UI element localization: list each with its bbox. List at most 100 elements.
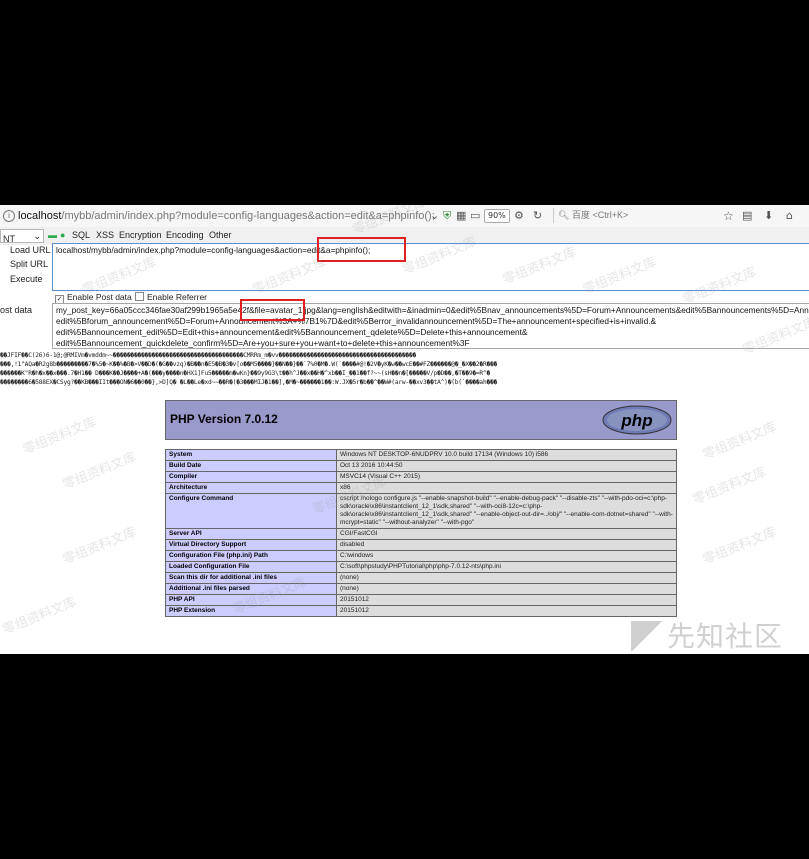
chevron-down-icon[interactable]: ⌄ xyxy=(430,209,439,222)
phpinfo-key: Additional .ini files parsed xyxy=(165,583,337,595)
phpinfo-key: Build Date xyxy=(165,460,337,472)
phpinfo-value: Windows NT DESKTOP-6NUDPRV 10.0 build 17… xyxy=(336,449,677,461)
php-logo-text: php xyxy=(620,411,652,430)
bookmark-star-icon[interactable]: ☆ xyxy=(723,209,734,223)
url-path: /mybb/admin/index.php?module=config-lang… xyxy=(61,210,435,222)
brand-text: 先知社区 xyxy=(667,620,784,653)
post-line: edit%5Bforum_announcement%5D=Forum+Annou… xyxy=(56,316,657,326)
phpinfo-value: Oct 13 2016 10:44:50 xyxy=(336,460,677,472)
phpinfo-value: MSVC14 (Visual C++ 2015) xyxy=(336,471,677,483)
search-input[interactable]: 🔍︎ 百度 <Ctrl+K> xyxy=(553,208,718,223)
phpinfo-key: Architecture xyxy=(165,482,337,494)
search-placeholder: 百度 <Ctrl+K> xyxy=(571,210,629,220)
phpinfo-row: Architecture x86 xyxy=(165,482,677,494)
php-logo: php xyxy=(602,405,672,435)
menu-other[interactable]: Other xyxy=(209,230,232,240)
phpinfo-header: PHP Version 7.0.12 php xyxy=(165,400,677,440)
phpinfo-value: disabled xyxy=(336,539,677,551)
qr-icon[interactable]: ▦ xyxy=(456,209,466,222)
phpinfo-value: C:\windows xyxy=(336,550,677,562)
watermark: 零组资料文库 xyxy=(20,414,99,458)
phpinfo-row: Additional .ini files parsed (none) xyxy=(165,583,677,595)
brand-watermark: 先知社区 xyxy=(631,615,783,654)
zoom-level[interactable]: 90% xyxy=(484,209,510,223)
post-line: edit%5Bannouncement_edit%5D=Edit+this+an… xyxy=(56,327,528,337)
phpinfo-row: Configuration File (php.ini) Path C:\wind… xyxy=(165,550,677,562)
shield-icon[interactable]: ⛨ xyxy=(443,209,451,223)
execute-button[interactable]: Execute xyxy=(10,274,43,284)
url-host: localhost xyxy=(18,210,62,222)
phpinfo-row: Scan this dir for additional .ini files(… xyxy=(165,572,677,584)
address-bar[interactable]: i localhost/mybb/admin/index.php?module=… xyxy=(0,205,809,228)
brand-logo-icon xyxy=(631,621,663,651)
library-icon[interactable]: ▤ xyxy=(742,209,752,222)
load-url-button[interactable]: Load URL xyxy=(10,245,51,255)
extension-icon[interactable]: ⚙ xyxy=(514,209,524,222)
hackbar-actions: Load URL Split URL Execute ost data xyxy=(0,245,51,355)
phpinfo-row: System Windows NT DESKTOP-6NUDPRV 10.0 bu… xyxy=(165,449,677,461)
hackbar-selector[interactable]: NT ⌄ xyxy=(0,229,44,244)
url-text[interactable]: localhost/mybb/admin/index.php?module=co… xyxy=(18,210,435,222)
phpinfo-key: Configure Command xyxy=(165,493,337,529)
enable-referrer-checkbox[interactable]: Enable Referrer xyxy=(135,292,207,302)
phpinfo-value: 20151012 xyxy=(336,594,677,606)
home-icon[interactable]: ⌂ xyxy=(786,209,793,222)
binary-output-line: ������K"R�h�x��x���.7�H1�� D���K��J����+… xyxy=(0,370,491,377)
watermark: 零组资料文库 xyxy=(60,449,139,493)
menu-sql[interactable]: SQL xyxy=(72,230,90,240)
post-data-textarea[interactable]: my_post_key=66a05ccc346fae30af299b1965a5… xyxy=(52,303,809,349)
phpinfo-row: Server API CGI/FastCGI xyxy=(165,528,677,540)
split-url-button[interactable]: Split URL xyxy=(10,259,48,269)
binary-output-line: ���,!1"AQa�R2g8b���������7�%5�~K��%�B�>V… xyxy=(0,361,498,368)
enable-referrer-label: Enable Referrer xyxy=(147,292,208,302)
phpinfo-key: Virtual Directory Support xyxy=(165,539,337,551)
php-version-title: PHP Version 7.0.12 xyxy=(170,412,278,426)
chevron-down-icon: ⌄ xyxy=(33,231,41,241)
highlight-file-param xyxy=(240,299,305,321)
phpinfo-value: (none) xyxy=(336,583,677,595)
screenshot-area: i localhost/mybb/admin/index.php?module=… xyxy=(0,205,809,654)
enable-post-label: Enable Post data xyxy=(67,292,132,302)
phpinfo-row: Configure Command cscript /nologo configu… xyxy=(165,493,677,529)
phpinfo-row: Virtual Directory Support disabled xyxy=(165,539,677,551)
binary-output-line: ��������6�588EX�CSyg?��KB���IIt���ON�6��… xyxy=(0,379,498,386)
search-icon: 🔍︎ xyxy=(558,210,572,220)
phpinfo-row: Loaded Configuration File C:\soft\phpstud… xyxy=(165,561,677,573)
checkbox-empty-icon xyxy=(135,292,144,301)
reload-icon[interactable]: ↻ xyxy=(533,209,542,222)
minus-icon[interactable]: ▬ xyxy=(48,230,57,240)
phpinfo-value: 20151012 xyxy=(336,605,677,617)
watermark: 零组资料文库 xyxy=(690,464,769,508)
watermark: 零组资料文库 xyxy=(700,419,779,463)
phpinfo-row: Compiler MSVC14 (Visual C++ 2015) xyxy=(165,471,677,483)
menu-xss[interactable]: XSS xyxy=(96,230,114,240)
phpinfo-row: Build Date Oct 13 2016 10:44:50 xyxy=(165,460,677,472)
menu-encryption[interactable]: Encryption xyxy=(119,230,162,240)
watermark: 零组资料文库 xyxy=(60,524,139,568)
phpinfo-key: Server API xyxy=(165,528,337,540)
post-line: edit%5Bannouncement_quickdelete_confirm%… xyxy=(56,338,470,348)
watermark: 零组资料文库 xyxy=(700,524,779,568)
phpinfo-key: Configuration File (php.ini) Path xyxy=(165,550,337,562)
reader-icon[interactable]: ▭ xyxy=(470,209,480,222)
watermark: 零组资料文库 xyxy=(0,594,79,638)
phpinfo-key: Loaded Configuration File xyxy=(165,561,337,573)
phpinfo-value: cscript /nologo configure.js "--enable-s… xyxy=(336,493,677,529)
dot-icon[interactable]: ● xyxy=(60,230,65,240)
url-textarea[interactable]: localhost/mybb/admin/index.php?module=co… xyxy=(52,243,809,291)
info-icon[interactable]: i xyxy=(3,210,15,222)
phpinfo-value: (none) xyxy=(336,572,677,584)
phpinfo-key: Compiler xyxy=(165,471,337,483)
phpinfo-value: x86 xyxy=(336,482,677,494)
phpinfo-value: CGI/FastCGI xyxy=(336,528,677,540)
menu-encoding[interactable]: Encoding xyxy=(166,230,204,240)
phpinfo-key: System xyxy=(165,449,337,461)
phpinfo-row: PHP API 20151012 xyxy=(165,594,677,606)
binary-output-line: ��JFIF��C(26)6-1@;@RMIVm�vmddm~~��������… xyxy=(0,352,416,359)
highlight-phpinfo xyxy=(317,237,406,262)
post-data-label: ost data xyxy=(0,305,33,315)
phpinfo-key: PHP API xyxy=(165,594,337,606)
post-line: my_post_key=66a05ccc346fae30af299b1965a5… xyxy=(56,305,809,315)
download-icon[interactable]: ⬇ xyxy=(764,209,773,222)
phpinfo-table: System Windows NT DESKTOP-6NUDPRV 10.0 bu… xyxy=(165,449,677,617)
